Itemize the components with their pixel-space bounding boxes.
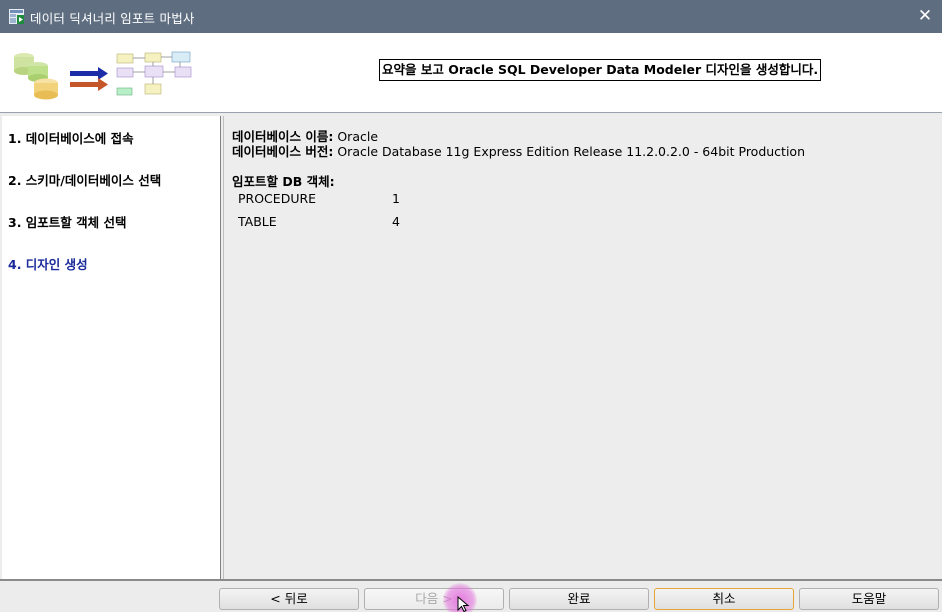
objects-heading: 임포트할 DB 객체:	[232, 174, 335, 189]
app-icon	[9, 9, 24, 24]
window-title: 데이터 딕셔너리 임포트 마법사	[30, 11, 195, 26]
step-connect-database[interactable]: 1. 데이터베이스에 접속	[8, 128, 134, 147]
wizard-steps-panel: 1. 데이터베이스에 접속 2. 스키마/데이터베이스 선택 3. 임포트할 객…	[2, 116, 221, 579]
close-icon[interactable]: ✕	[908, 0, 942, 33]
database-import-graphic	[14, 51, 192, 100]
object-type: TABLE	[238, 214, 277, 229]
object-count: 1	[392, 191, 400, 206]
db-version-label: 데이터베이스 버전:	[232, 144, 334, 159]
mouse-pointer-icon	[457, 596, 470, 612]
help-button[interactable]: 도움말	[799, 588, 939, 610]
db-version-value: Oracle Database 11g Express Edition Rele…	[337, 144, 806, 159]
step-select-schema[interactable]: 2. 스키마/데이터베이스 선택	[8, 170, 161, 189]
finish-button[interactable]: 완료	[509, 588, 649, 610]
cancel-button[interactable]: 취소	[654, 588, 794, 610]
step-generate-design[interactable]: 4. 디자인 생성	[8, 254, 88, 273]
object-count: 4	[392, 214, 400, 229]
db-version-line: 데이터베이스 버전: Oracle Database 11g Express E…	[232, 141, 805, 160]
summary-panel: 데이터베이스 이름: Oracle 데이터베이스 버전: Oracle Data…	[223, 116, 940, 579]
back-button[interactable]: < 뒤로	[219, 588, 359, 610]
header-banner: 요약을 보고 Oracle SQL Developer Data Modeler…	[0, 33, 942, 113]
title-bar: 데이터 딕셔너리 임포트 마법사 ✕	[0, 0, 942, 33]
step-select-objects[interactable]: 3. 임포트할 객체 선택	[8, 212, 127, 231]
next-button[interactable]: 다음 >	[364, 588, 504, 610]
summary-instruction: 요약을 보고 Oracle SQL Developer Data Modeler…	[379, 59, 822, 81]
object-type: PROCEDURE	[238, 191, 317, 206]
